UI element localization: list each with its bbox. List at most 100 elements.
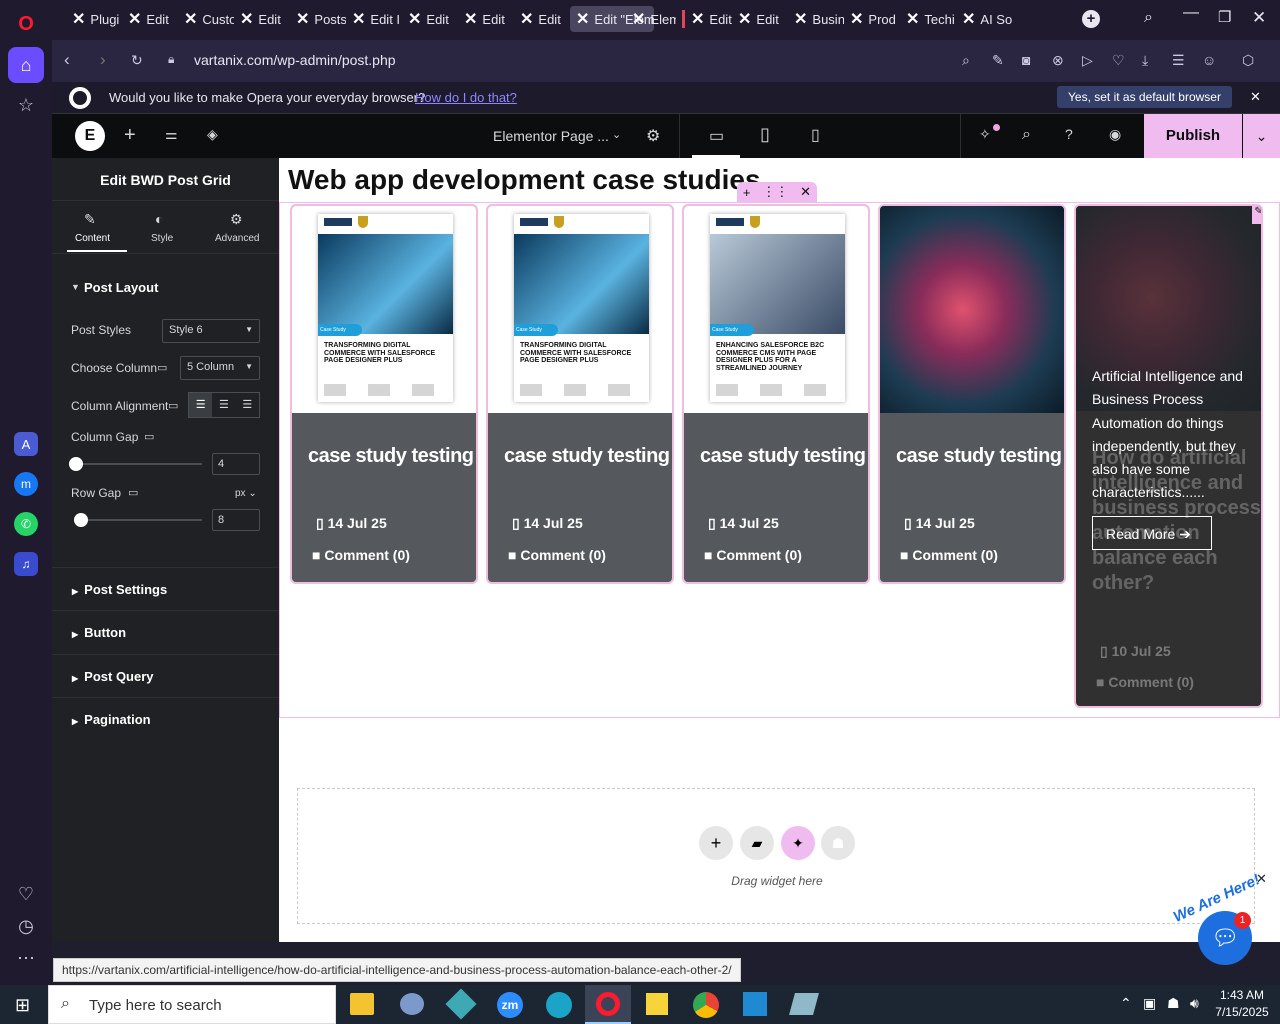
post-title[interactable]: case study testing [700, 444, 866, 469]
browser-tab[interactable]: ✕ Edit [732, 6, 788, 32]
post-settings-section[interactable]: ▶ Post Settings [52, 567, 279, 610]
gear-icon[interactable]: ⚙ [646, 126, 660, 146]
ai-sparkle-button[interactable]: ✦ [781, 826, 815, 860]
tray-app-icon[interactable]: ▣ [1143, 995, 1156, 1012]
browser-tab[interactable]: ✕ Posts [290, 6, 346, 32]
app-icon[interactable] [400, 993, 424, 1015]
tray-chevron-icon[interactable]: ⌃ [1120, 995, 1132, 1012]
browser-tab[interactable]: ✕ Edit [676, 6, 732, 32]
add-element-icon[interactable]: + [124, 124, 136, 147]
messenger-icon[interactable]: m [14, 472, 38, 496]
sticky-notes-icon[interactable] [646, 993, 668, 1015]
post-card[interactable]: Case Study ENHANCING SALESFORCE B2C COMME… [682, 204, 870, 584]
edge-icon[interactable] [546, 992, 572, 1018]
section-heading[interactable]: Web app development case studies [288, 164, 761, 196]
post-card[interactable]: Case Study TRANSFORMING DIGITAL COMMERCE … [290, 204, 478, 584]
browser-tab[interactable]: ✕ Edit [122, 6, 178, 32]
file-explorer-icon[interactable] [350, 993, 374, 1015]
notifications-icon[interactable]: ✧ [979, 126, 991, 143]
app-diamond-icon[interactable] [445, 988, 477, 1020]
kit-button[interactable]: ☗ [821, 826, 855, 860]
elementor-logo-icon[interactable]: E [75, 121, 105, 151]
align-left-icon[interactable]: ☰ [189, 393, 213, 417]
browser-tab[interactable]: ✕ Edit [234, 6, 290, 32]
heart-icon[interactable]: ♡ [8, 876, 44, 912]
new-tab-button[interactable]: + [1082, 10, 1100, 28]
post-comment[interactable]: ■ Comment (0) [312, 547, 410, 563]
chrome-icon[interactable] [693, 992, 719, 1018]
align-right-icon[interactable]: ☰ [236, 393, 259, 417]
browser-tab[interactable]: ✕ Edit [514, 6, 570, 32]
more-icon[interactable]: ⋯ [8, 940, 44, 976]
button-section[interactable]: ▶ Button [52, 610, 279, 653]
tab-content[interactable]: Content [75, 233, 110, 244]
read-more-button[interactable]: Read More ➔ [1092, 516, 1212, 550]
post-title[interactable]: case study testing [504, 444, 670, 469]
opera-logo-icon[interactable]: O [8, 6, 44, 42]
search-tabs-icon[interactable]: ⌕ [1144, 9, 1153, 27]
mobile-view-icon[interactable]: ▯ [811, 125, 820, 145]
row-gap-slider[interactable] [74, 513, 202, 527]
close-window-button[interactable]: ✕ [1252, 8, 1266, 28]
adblock-icon[interactable]: ⊗ [1052, 52, 1064, 69]
reload-icon[interactable]: ↻ [131, 52, 143, 69]
add-icon[interactable]: + [743, 185, 751, 200]
section-handle[interactable]: + ⋮⋮ ✕ [737, 182, 817, 202]
taskbar-search[interactable]: ⌕ Type here to search [48, 985, 336, 1024]
vscode-icon[interactable] [743, 992, 767, 1016]
column-gap-input[interactable]: 4 [212, 453, 260, 475]
minimize-button[interactable]: — [1183, 4, 1199, 22]
browser-tab[interactable]: ✕ Plugi [66, 6, 122, 32]
publish-options-icon[interactable]: ⌄ [1243, 114, 1280, 158]
template-folder-button[interactable]: ▰ [740, 826, 774, 860]
url-field[interactable]: vartanix.com/wp-admin/post.php [194, 52, 396, 68]
aria-icon[interactable]: A [14, 432, 38, 456]
history-icon[interactable]: ◷ [8, 908, 44, 944]
network-icon[interactable]: ☗ [1167, 995, 1180, 1012]
column-gap-slider[interactable] [69, 457, 202, 471]
tab-style[interactable]: Style [151, 233, 173, 244]
play-icon[interactable]: ▷ [1082, 52, 1093, 69]
camera-icon[interactable]: ◙ [1022, 52, 1030, 68]
settings-sliders-icon[interactable]: ⚌ [165, 126, 178, 143]
edit-icon[interactable]: ✎ [992, 52, 1004, 69]
hover-card-comment[interactable]: ■ Comment (0) [1096, 674, 1194, 690]
structure-icon[interactable]: ◈ [207, 126, 218, 143]
add-section-button[interactable]: + [699, 826, 733, 860]
easy-setup-icon[interactable]: ☰ [1172, 52, 1185, 69]
clock[interactable]: 1:43 AM 7/15/2025 [1212, 988, 1272, 1019]
zoom-icon[interactable]: zm [497, 992, 523, 1018]
favorite-icon[interactable]: ♡ [1112, 52, 1125, 69]
extensions-icon[interactable]: ⬡ [1242, 52, 1254, 69]
post-comment[interactable]: ■ Comment (0) [900, 547, 998, 563]
home-icon[interactable]: ⌂ [8, 47, 44, 83]
set-default-button[interactable]: Yes, set it as default browser [1057, 86, 1232, 108]
choose-column-select[interactable]: 5 Column ▼ [180, 356, 260, 380]
browser-tab[interactable]: ✕ Busin [788, 6, 844, 32]
how-link[interactable]: How do I do that? [415, 90, 517, 105]
browser-tab[interactable]: ✕ Edit [458, 6, 514, 32]
tablet-view-icon[interactable]: ▯ [760, 124, 770, 145]
close-bar-icon[interactable]: ✕ [1250, 89, 1261, 105]
browser-tab[interactable]: ✕ Custo [178, 6, 234, 32]
row-gap-input[interactable]: 8 [212, 509, 260, 531]
volume-icon[interactable]: 🔊︎ [1190, 995, 1199, 1012]
tab-advanced[interactable]: Advanced [215, 233, 259, 244]
profile-icon[interactable]: ☺ [1202, 52, 1216, 68]
browser-tab[interactable]: ✕ AI So [956, 6, 1012, 32]
windows-start-icon[interactable]: ⊞ [15, 995, 30, 1016]
forward-icon[interactable]: › [100, 50, 106, 70]
post-query-section[interactable]: ▶ Post Query [52, 654, 279, 697]
help-icon[interactable]: ? [1065, 126, 1073, 142]
search-icon[interactable]: ⌕ [1022, 126, 1031, 144]
browser-tab[interactable]: ✕ Edit I [346, 6, 402, 32]
search-page-icon[interactable]: ⌕ [962, 52, 970, 69]
post-comment[interactable]: ■ Comment (0) [704, 547, 802, 563]
delete-icon[interactable]: ✕ [800, 184, 811, 200]
browser-tab[interactable]: ✕ Edit [402, 6, 458, 32]
opera-taskbar-icon[interactable] [596, 992, 620, 1016]
drag-icon[interactable]: ⋮⋮ [762, 184, 788, 200]
post-comment[interactable]: ■ Comment (0) [508, 547, 606, 563]
publish-button[interactable]: Publish [1144, 114, 1242, 158]
download-icon[interactable]: ⤓ [1142, 52, 1148, 69]
